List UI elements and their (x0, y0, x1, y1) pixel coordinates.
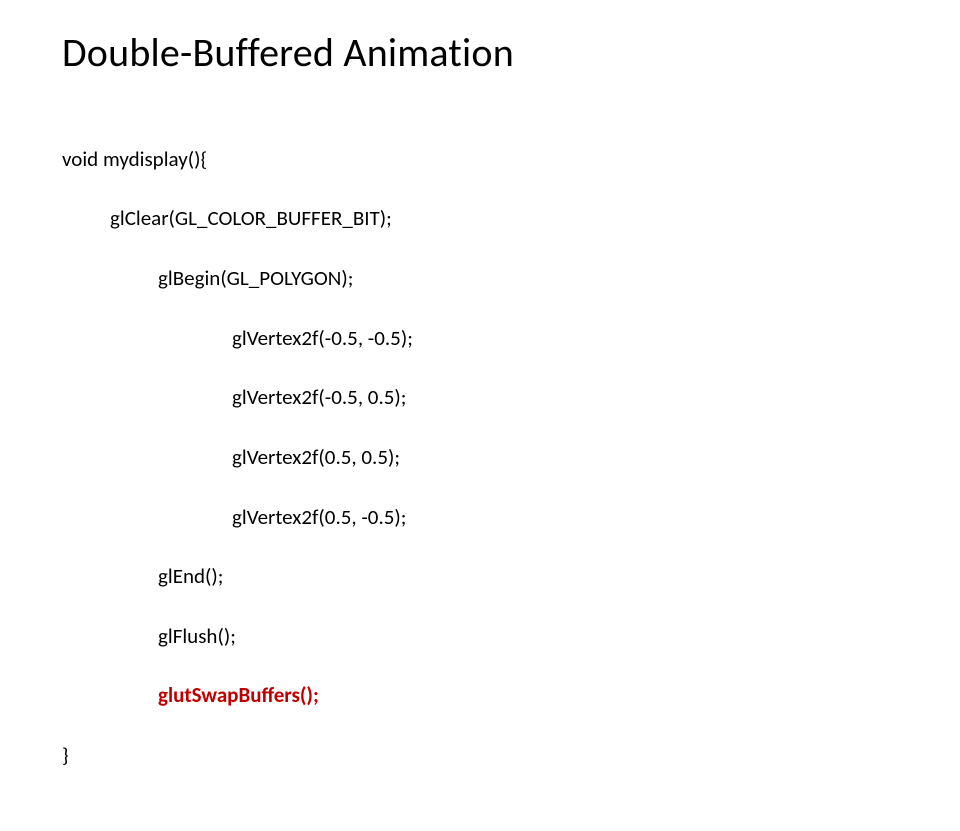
code-line: glClear(GL_COLOR_BUFFER_BIT); (62, 204, 910, 234)
code-line: glVertex2f(0.5, -0.5); (62, 503, 910, 533)
code-block: void mydisplay(){ glClear(GL_COLOR_BUFFE… (62, 115, 910, 831)
code-line-highlight: glutSwapBuffers(); (62, 681, 910, 711)
slide: Double-Buffered Animation void mydisplay… (0, 0, 960, 540)
code-line: glEnd(); (62, 562, 910, 592)
code-line: void mydisplay(){ (62, 145, 910, 175)
code-line: } (62, 741, 910, 771)
code-line: glFlush(); (62, 622, 910, 652)
code-line: glVertex2f(0.5, 0.5); (62, 443, 910, 473)
code-line: glVertex2f(-0.5, -0.5); (62, 324, 910, 354)
code-line: glVertex2f(-0.5, 0.5); (62, 383, 910, 413)
code-line: glBegin(GL_POLYGON); (62, 264, 910, 294)
slide-title: Double-Buffered Animation (62, 28, 910, 77)
